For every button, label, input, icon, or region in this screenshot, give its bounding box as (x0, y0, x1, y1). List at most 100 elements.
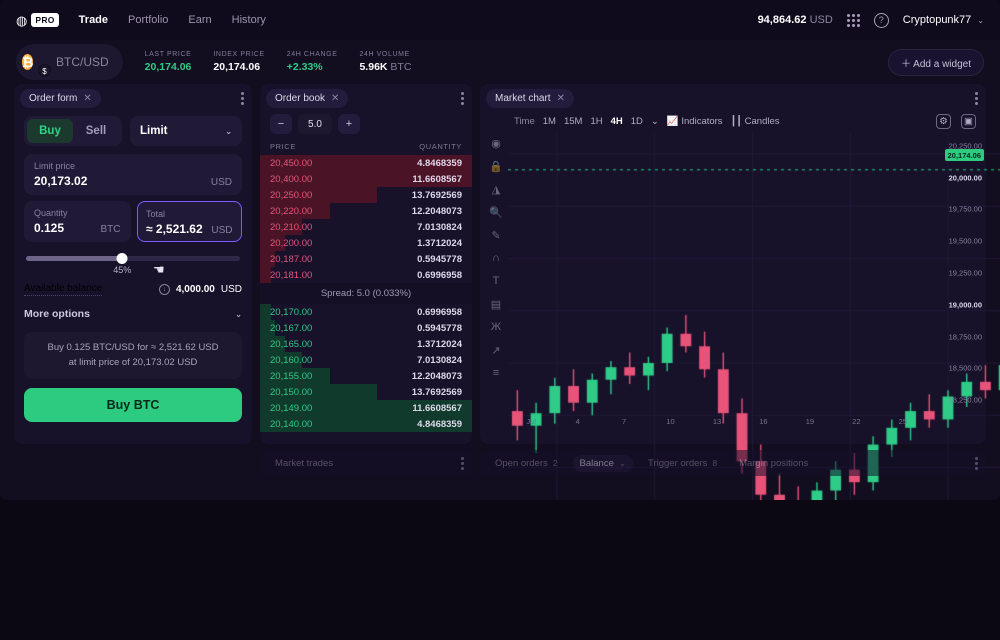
close-icon[interactable]: ✕ (557, 93, 565, 104)
candles-button[interactable]: ┃┃ Candles (731, 116, 780, 127)
text-icon[interactable]: T (489, 275, 503, 289)
submit-buy-button[interactable]: Buy BTC (24, 388, 242, 423)
candlestick-canvas[interactable] (508, 133, 1000, 500)
margin-positions-tab[interactable]: Margin positions (732, 455, 815, 472)
chart-menu-icon[interactable] (975, 90, 978, 107)
open-orders-tab[interactable]: Open orders 2 (488, 455, 565, 472)
list-icon[interactable]: ≡ (489, 367, 503, 381)
slider-handle[interactable] (116, 253, 128, 264)
order-book-row[interactable]: 20,450.00 4.8468359 (260, 155, 472, 171)
available-balance-label[interactable]: Available balance (24, 283, 103, 296)
trend-icon[interactable]: ↗ (489, 344, 503, 358)
pair-selector[interactable]: ₿ $ BTC/USD (16, 44, 123, 80)
eye-icon[interactable]: ◉ (489, 137, 503, 151)
grouping-increase-button[interactable]: + (338, 114, 360, 134)
ruler-icon[interactable]: ▤ (489, 298, 503, 312)
order-price: 20,220.00 (270, 205, 313, 217)
order-form-tab[interactable]: Order form ✕ (20, 88, 101, 108)
lock-icon[interactable]: 🔒 (489, 160, 503, 174)
order-price: 20,200.00 (270, 237, 313, 249)
order-price: 20,250.00 (270, 189, 313, 201)
price-tick: 19,250.00 (948, 268, 982, 278)
order-book-row[interactable]: 20,170.00 0.6996958 (260, 304, 472, 320)
close-icon[interactable]: ✕ (83, 93, 91, 104)
order-book-row[interactable]: 20,250.00 13.7692569 (260, 187, 472, 203)
order-book-row[interactable]: 20,200.00 1.3712024 (260, 235, 472, 251)
order-book-row[interactable]: 20,165.00 1.3712024 (260, 336, 472, 352)
info-icon[interactable]: ↓ (158, 284, 170, 295)
order-book-row[interactable]: 20,167.00 0.5945778 (260, 320, 472, 336)
magnet-icon[interactable]: ◮ (489, 183, 503, 197)
interval-15m[interactable]: 15M (564, 116, 582, 127)
zoom-icon[interactable]: 🔍 (489, 206, 503, 220)
pencil-icon[interactable]: ✎ (489, 229, 503, 243)
help-icon[interactable]: ? (873, 12, 889, 28)
user-menu[interactable]: Cryptopunk77 ⌄ (903, 14, 984, 26)
market-trades-tab[interactable]: Market trades (268, 455, 340, 472)
chevron-down-icon[interactable]: ⌄ (651, 116, 659, 127)
stat-last-price: LAST PRICE 20,174.06 (145, 51, 192, 73)
order-book-row[interactable]: 20,220.00 12.2048073 (260, 203, 472, 219)
gear-icon[interactable]: ⚙ (936, 114, 951, 129)
order-book-row[interactable]: 20,210.00 7.0130824 (260, 219, 472, 235)
price-tick: 18,500.00 (948, 363, 982, 373)
market-trades-menu-icon[interactable] (461, 455, 464, 472)
nav-link-history[interactable]: History (232, 14, 266, 26)
sell-tab[interactable]: Sell (73, 119, 119, 143)
slider-track[interactable] (26, 256, 240, 261)
limit-price-label: Limit price (34, 161, 76, 171)
plus-icon: ＋ (900, 58, 911, 70)
nav-link-earn[interactable]: Earn (188, 14, 211, 26)
order-book-row[interactable]: 20,149.00 11.6608567 (260, 400, 472, 416)
nav-links: Trade Portfolio Earn History (79, 14, 266, 26)
apps-grid-icon[interactable] (846, 13, 860, 27)
qty-total-row: Quantity 0.125 BTC Total ≈ 2,521.62 USD (24, 201, 242, 242)
trigger-orders-tab[interactable]: Trigger orders 8 (641, 455, 724, 472)
last-price-tag: 20,174.06 (944, 149, 984, 162)
buy-tab[interactable]: Buy (27, 119, 73, 143)
order-book-row[interactable]: 20,187.00 0.5945778 (260, 251, 472, 267)
order-book-menu-icon[interactable] (461, 90, 464, 107)
quantity-input[interactable]: 0.125 (34, 221, 68, 235)
nav-link-portfolio[interactable]: Portfolio (128, 14, 168, 26)
app-logo[interactable]: ◍ PRO (16, 13, 59, 27)
magnet-u-icon[interactable]: ∩ (489, 252, 503, 266)
order-book-row[interactable]: 20,140.00 4.8468359 (260, 416, 472, 432)
quantity-field[interactable]: Quantity 0.125 BTC (24, 201, 131, 242)
add-widget-button[interactable]: ＋ Add a widget (887, 48, 984, 76)
order-book-row[interactable]: 20,150.00 13.7692569 (260, 384, 472, 400)
indicators-button[interactable]: 📈 Indicators (667, 116, 723, 127)
order-book-row[interactable]: 20,155.00 12.2048073 (260, 368, 472, 384)
stat-label: INDEX PRICE (213, 51, 265, 58)
total-input[interactable]: ≈ 2,521.62 (146, 222, 203, 236)
amount-slider[interactable]: 45% ☚ (26, 253, 240, 277)
total-field[interactable]: Total ≈ 2,521.62 USD (136, 201, 242, 242)
chart-body: ◉ 🔒 ◮ 🔍 ✎ ∩ T ▤ Ж ↗ ≡ 20,250.00 20,000.00 19,750.00 1… (480, 133, 1000, 500)
order-price: 20,167.00 (270, 322, 313, 334)
order-book-row[interactable]: 20,400.00 11.6608567 (260, 171, 472, 187)
limit-price-field[interactable]: Limit price 20,173.02 USD (24, 154, 242, 195)
balance-tab[interactable]: Balance ⌄ (572, 454, 634, 472)
order-book-tab[interactable]: Order book ✕ (266, 88, 349, 108)
order-form-body: Buy Sell Limit ⌄ Limit price 20,173.02 U… (14, 112, 252, 432)
interval-1h[interactable]: 1H (590, 116, 602, 127)
interval-4h[interactable]: 4H (611, 116, 623, 127)
limit-price-input[interactable]: 20,173.02 (34, 174, 87, 188)
orders-menu-icon[interactable] (975, 455, 978, 472)
order-book-row[interactable]: 20,160.00 7.0130824 (260, 352, 472, 368)
pair-base: BTC (56, 55, 80, 69)
grouping-value[interactable]: 5.0 (298, 114, 332, 134)
interval-1m[interactable]: 1M (543, 116, 556, 127)
close-icon[interactable]: ✕ (331, 93, 339, 104)
more-options-toggle[interactable]: More options ⌄ (24, 308, 242, 320)
chart-tab[interactable]: Market chart ✕ (486, 88, 574, 108)
order-type-select[interactable]: Limit ⌄ (130, 116, 242, 146)
fib-icon[interactable]: Ж (489, 321, 503, 335)
nav-link-trade[interactable]: Trade (79, 14, 108, 26)
grouping-decrease-button[interactable]: − (270, 114, 292, 134)
camera-icon[interactable]: ▣ (961, 114, 976, 129)
interval-1d[interactable]: 1D (631, 116, 643, 127)
order-book-row[interactable]: 20,181.00 0.6996958 (260, 267, 472, 283)
order-price: 20,149.00 (270, 402, 313, 414)
order-form-menu-icon[interactable] (241, 90, 244, 107)
